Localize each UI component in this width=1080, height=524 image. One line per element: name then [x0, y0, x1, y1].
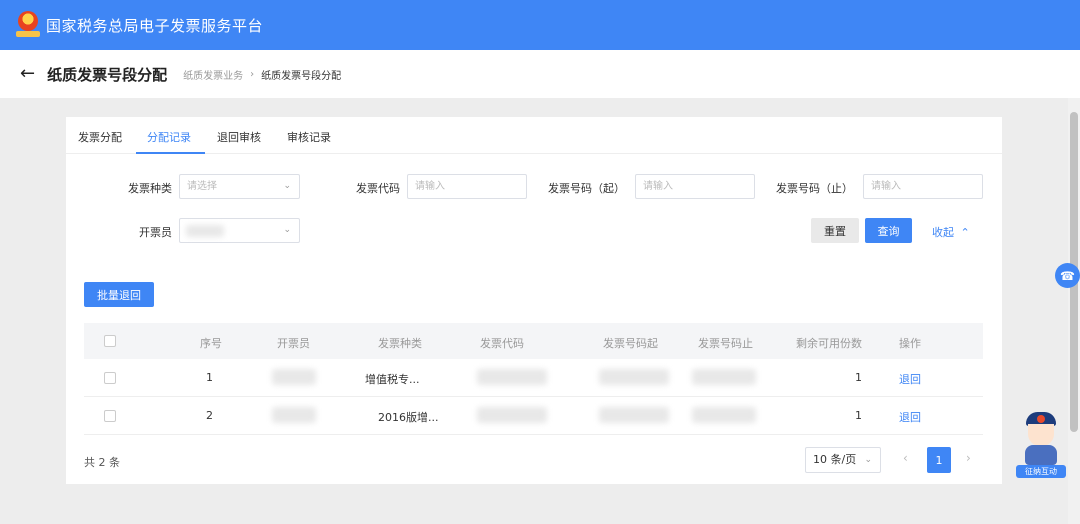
query-button[interactable]: 查询 — [865, 218, 912, 243]
row-remaining: 1 — [855, 409, 862, 422]
row-index: 1 — [206, 371, 213, 384]
invoice-number-start-label: 发票号码（起） — [548, 182, 625, 195]
mascot-body — [1025, 445, 1057, 465]
active-tab-indicator — [136, 152, 205, 154]
table-header: 序号 开票员 发票种类 发票代码 发票号码起 发票号码止 剩余可用份数 操作 — [84, 323, 983, 359]
back-arrow-icon[interactable]: ← — [20, 65, 35, 83]
column-header-invoice-code: 发票代码 — [480, 337, 524, 350]
row-invoice-type: 2016版增... — [378, 411, 439, 424]
column-header-invoice-type: 发票种类 — [378, 337, 422, 350]
table-row: 2 2016版增... 1 退回 — [84, 397, 983, 435]
invoice-code-label: 发票代码 — [356, 182, 400, 195]
page-size-value: 10 条/页 — [813, 453, 857, 466]
chevron-up-icon: ⌃ — [960, 226, 970, 239]
main-card: 发票分配 分配记录 退回审核 审核记录 发票种类 请选择 ⌄ 发票代码 发票号码… — [66, 117, 1002, 484]
reset-button[interactable]: 重置 — [811, 218, 859, 243]
select-all-checkbox[interactable] — [104, 335, 116, 347]
breadcrumb-item-current: 纸质发票号段分配 — [261, 70, 342, 82]
redacted-invoice-code — [477, 369, 547, 385]
invoice-type-select[interactable]: 请选择 ⌄ — [179, 174, 300, 199]
collapse-link[interactable]: 收起 ⌃ — [932, 224, 970, 240]
assistant-mascot[interactable]: 征纳互动 — [1016, 412, 1066, 478]
headset-icon[interactable]: ☎ — [1055, 263, 1080, 288]
redacted-number-end — [692, 369, 756, 385]
column-header-number-start: 发票号码起 — [603, 337, 658, 350]
assistant-tag: 征纳互动 — [1016, 465, 1066, 478]
chevron-down-icon: ⌄ — [864, 455, 872, 465]
issuer-select[interactable]: ⌄ — [179, 218, 300, 243]
row-checkbox[interactable] — [104, 372, 116, 384]
breadcrumb-chevron-icon: › — [250, 68, 255, 80]
page-header: ← 纸质发票号段分配 纸质发票业务 › 纸质发票号段分配 — [0, 50, 1080, 98]
total-count: 共 2 条 — [84, 456, 120, 469]
page-title: 纸质发票号段分配 — [47, 65, 168, 84]
invoice-type-label: 发票种类 — [128, 182, 172, 195]
redacted-issuer — [272, 407, 316, 423]
column-header-action: 操作 — [899, 337, 921, 350]
row-checkbox[interactable] — [104, 410, 116, 422]
redacted-number-start — [599, 369, 669, 385]
column-header-number-end: 发票号码止 — [698, 337, 753, 350]
column-header-issuer: 开票员 — [277, 337, 310, 350]
column-header-index: 序号 — [200, 337, 222, 350]
mascot-face — [1028, 424, 1054, 446]
invoice-type-placeholder: 请选择 — [187, 181, 217, 192]
breadcrumb-item-parent[interactable]: 纸质发票业务 — [183, 67, 243, 82]
row-invoice-type: 增值税专... — [365, 373, 420, 386]
row-remaining: 1 — [855, 371, 862, 384]
issuer-label: 开票员 — [139, 226, 172, 239]
top-bar: 国家税务总局电子发票服务平台 — [0, 0, 1080, 50]
chevron-down-icon: ⌄ — [283, 181, 291, 191]
mascot-badge-icon — [1037, 415, 1045, 423]
tab-allocation-records[interactable]: 分配记录 — [147, 129, 191, 145]
page-size-select[interactable]: 10 条/页 ⌄ — [805, 447, 881, 473]
redacted-invoice-code — [477, 407, 547, 423]
tab-return-review[interactable]: 退回审核 — [217, 129, 261, 145]
table-row: 1 增值税专... 1 退回 — [84, 359, 983, 397]
redacted-number-start — [599, 407, 669, 423]
invoice-number-end-input[interactable] — [863, 174, 983, 199]
column-header-remaining: 剩余可用份数 — [796, 337, 862, 350]
invoice-number-end-label: 发票号码（止） — [776, 182, 853, 195]
tab-invoice-allocation[interactable]: 发票分配 — [78, 129, 122, 145]
platform-title: 国家税务总局电子发票服务平台 — [46, 16, 264, 35]
next-page-icon[interactable]: › — [966, 451, 971, 465]
invoice-number-start-input[interactable] — [635, 174, 755, 199]
row-index: 2 — [206, 409, 213, 422]
batch-return-button[interactable]: 批量退回 — [84, 282, 154, 307]
collapse-label: 收起 — [932, 226, 954, 239]
prev-page-icon[interactable]: ‹ — [903, 451, 908, 465]
row-return-link[interactable]: 退回 — [899, 371, 921, 387]
invoice-code-input[interactable] — [407, 174, 527, 199]
page-number-button[interactable]: 1 — [927, 447, 951, 473]
tab-bar: 发票分配 分配记录 退回审核 审核记录 — [66, 117, 1002, 154]
redacted-issuer — [272, 369, 316, 385]
redacted-issuer-value — [186, 225, 224, 237]
redacted-number-end — [692, 407, 756, 423]
chevron-down-icon: ⌄ — [283, 225, 291, 235]
tab-review-records[interactable]: 审核记录 — [287, 129, 331, 145]
row-return-link[interactable]: 退回 — [899, 409, 921, 425]
tax-emblem-icon — [16, 11, 40, 39]
